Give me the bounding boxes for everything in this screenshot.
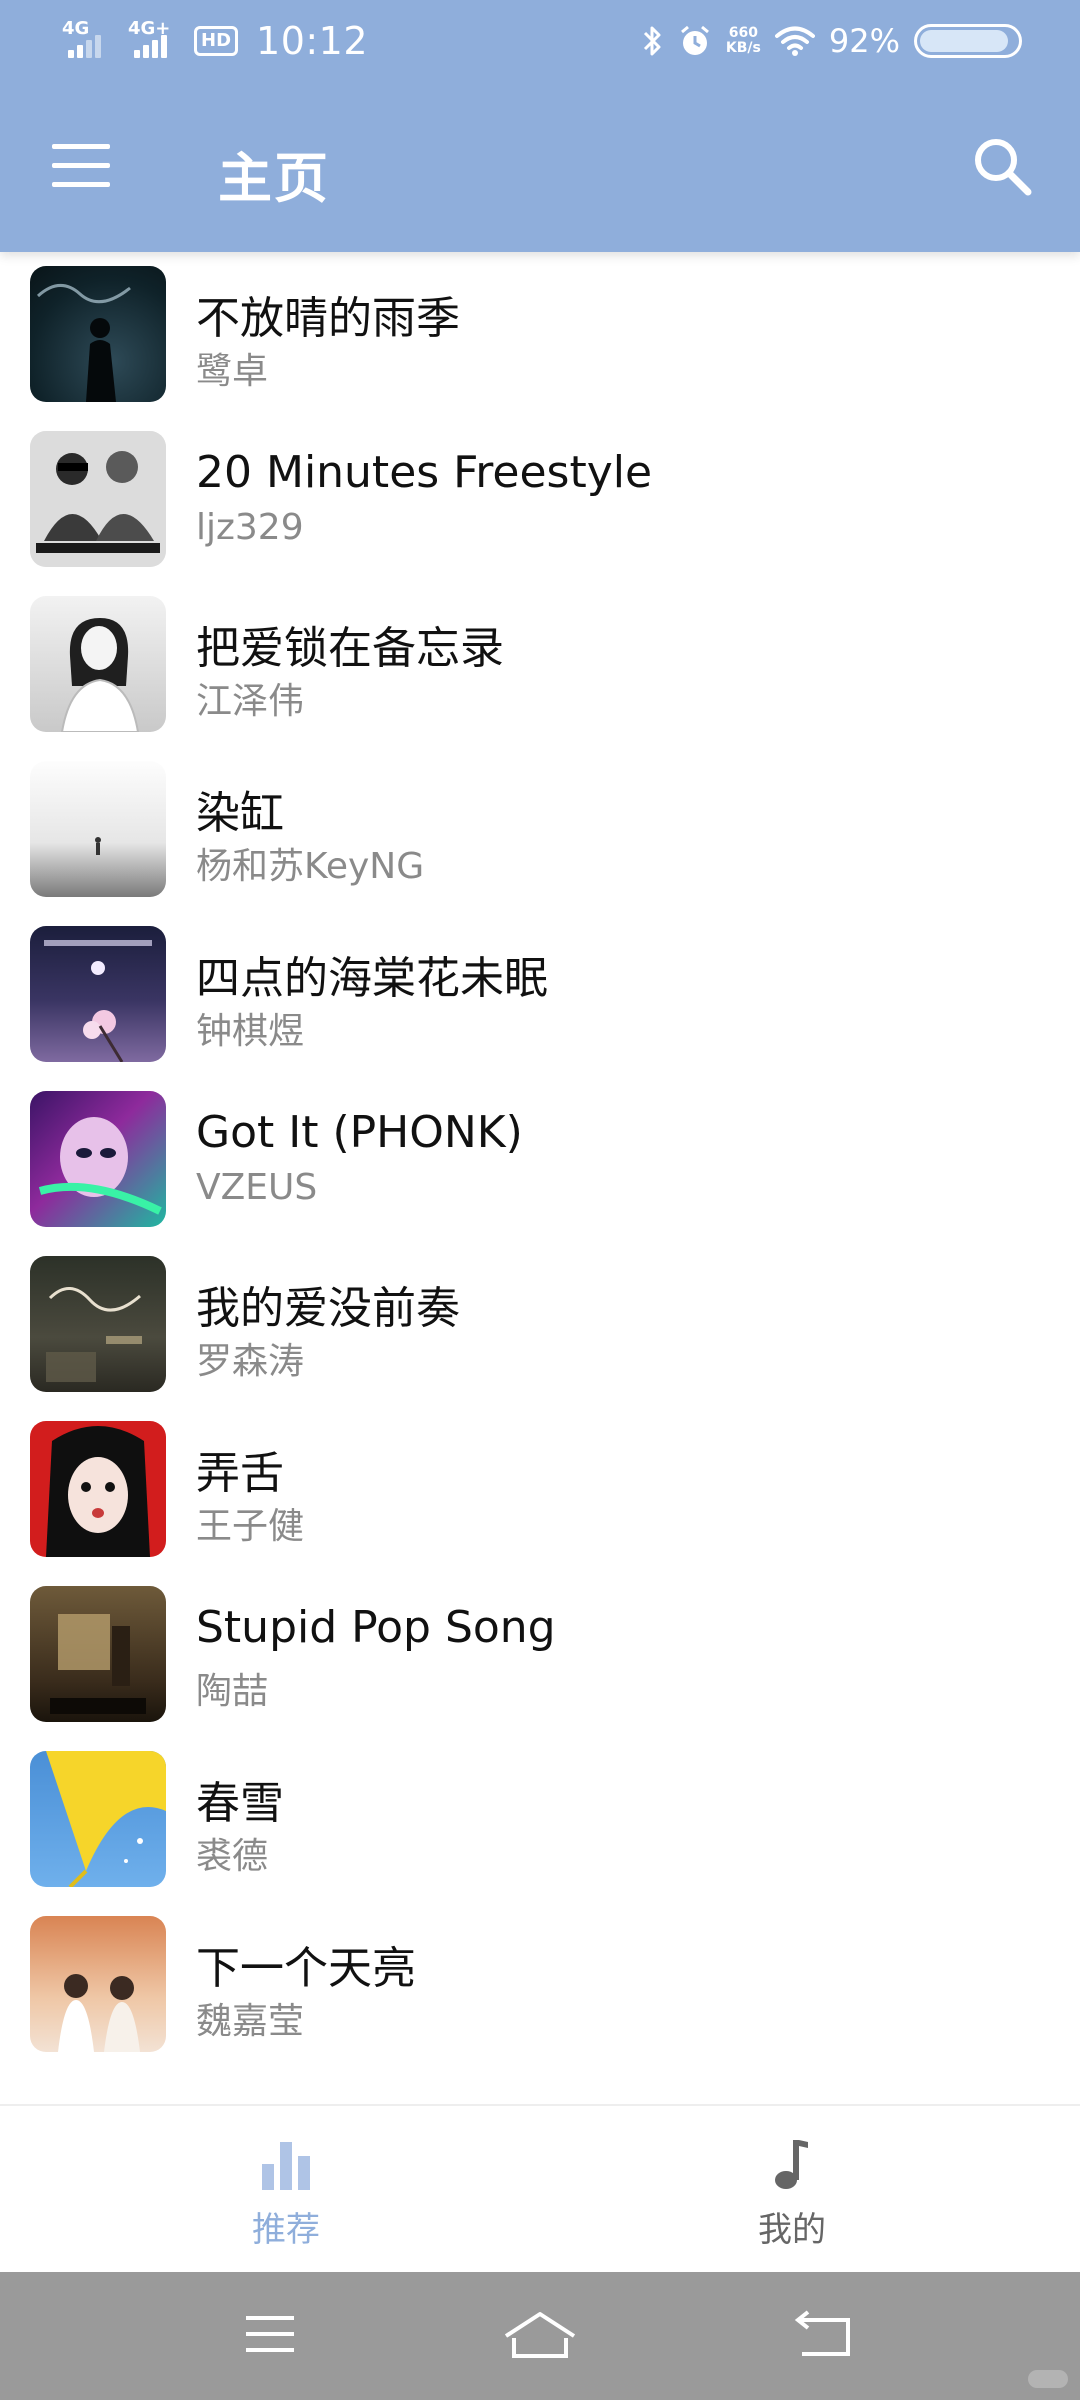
home-icon[interactable]	[500, 2306, 580, 2366]
music-app-screen: 4G 4G+ HD 10:12 660 KB/s 92% 主页 不放晴的雨季 鹭…	[0, 0, 1080, 2400]
search-icon[interactable]	[970, 134, 1036, 200]
battery-icon	[914, 24, 1022, 58]
song-item[interactable]: 染缸 杨和苏KeyNG	[0, 747, 1080, 912]
song-artist: 陶喆	[196, 1671, 269, 1712]
song-title: 下一个天亮	[196, 1943, 416, 1994]
network-speed-unit: KB/s	[725, 40, 761, 56]
album-cover	[30, 1916, 166, 2052]
status-bar-left: 4G 4G+ HD 10:12	[62, 16, 368, 66]
app-bar: 主页	[0, 82, 1080, 252]
hd-voice-icon: HD	[194, 26, 239, 56]
song-artist: ljz329	[196, 507, 304, 548]
bluetooth-icon	[643, 26, 661, 56]
album-cover	[30, 761, 166, 897]
top-header: 4G 4G+ HD 10:12 660 KB/s 92% 主页	[0, 0, 1080, 252]
alarm-icon	[680, 25, 709, 55]
tab-recommend[interactable]: 推荐	[186, 2136, 386, 2256]
song-title: Got It (PHONK)	[196, 1107, 523, 1158]
song-artist: 魏嘉莹	[196, 2001, 305, 2042]
battery-level-fill	[920, 30, 1009, 52]
song-artist: VZEUS	[196, 1167, 318, 1208]
cellular-signal-1-icon: 4G	[62, 20, 114, 62]
song-item[interactable]: 不放晴的雨季 鹭卓	[0, 252, 1080, 417]
song-item[interactable]: 弄舌 王子健	[0, 1407, 1080, 1572]
song-title: 不放晴的雨季	[196, 293, 460, 344]
song-title: Stupid Pop Song	[196, 1602, 556, 1653]
album-cover	[30, 266, 166, 402]
status-time: 10:12	[256, 19, 369, 63]
song-artist: 罗森涛	[196, 1341, 305, 1382]
song-item[interactable]: 春雪 裘德	[0, 1737, 1080, 1902]
album-cover	[30, 1586, 166, 1722]
album-cover	[30, 1256, 166, 1392]
song-title: 染缸	[196, 788, 284, 839]
page-title: 主页	[218, 147, 330, 210]
song-artist: 江泽伟	[196, 681, 305, 722]
status-bar-right: 660 KB/s 92%	[642, 16, 1022, 66]
song-title: 春雪	[196, 1778, 284, 1829]
tab-mine-label: 我的	[758, 2210, 826, 2250]
song-title: 我的爱没前奏	[196, 1283, 460, 1334]
album-cover	[30, 926, 166, 1062]
song-artist: 裘德	[196, 1836, 269, 1877]
battery-percentage: 92%	[828, 22, 900, 60]
song-item[interactable]: Stupid Pop Song 陶喆	[0, 1572, 1080, 1737]
song-artist: 钟棋煜	[196, 1011, 305, 1052]
tab-mine[interactable]: 我的	[692, 2136, 892, 2256]
cellular-signal-2-icon: 4G+	[128, 20, 180, 62]
song-title: 把爱锁在备忘录	[196, 623, 504, 674]
song-artist: 杨和苏KeyNG	[196, 846, 425, 887]
system-navigation-bar	[0, 2272, 1080, 2400]
song-item[interactable]: 把爱锁在备忘录 江泽伟	[0, 582, 1080, 747]
song-item[interactable]: 下一个天亮 魏嘉莹	[0, 1902, 1080, 2067]
album-cover	[30, 1091, 166, 1227]
song-artist: 王子健	[196, 1506, 305, 1547]
song-artist: 鹭卓	[196, 351, 269, 392]
song-item[interactable]: 我的爱没前奏 罗森涛	[0, 1242, 1080, 1407]
song-title: 四点的海棠花未眠	[196, 953, 548, 1004]
album-cover	[30, 431, 166, 567]
back-icon[interactable]	[782, 2306, 862, 2366]
song-item[interactable]: 四点的海棠花未眠 钟棋煜	[0, 912, 1080, 1077]
tab-recommend-label: 推荐	[252, 2210, 320, 2250]
menu-icon[interactable]	[52, 144, 110, 188]
song-item[interactable]: Got It (PHONK) VZEUS	[0, 1077, 1080, 1242]
song-title: 20 Minutes Freestyle	[196, 447, 653, 498]
album-cover	[30, 1421, 166, 1557]
status-bar: 4G 4G+ HD 10:12 660 KB/s 92%	[0, 0, 1080, 82]
song-list: 不放晴的雨季 鹭卓 20 Minutes Freestyle ljz329 把爱…	[0, 252, 1080, 2104]
gesture-pill	[1028, 2370, 1068, 2388]
network-speed: 660 KB/s	[726, 26, 761, 56]
bar-chart-icon	[262, 2142, 310, 2190]
music-note-icon	[775, 2140, 808, 2189]
song-title: 弄舌	[196, 1448, 284, 1499]
recents-icon[interactable]	[230, 2306, 310, 2366]
album-cover	[30, 596, 166, 732]
bottom-navigation: 推荐 我的	[0, 2104, 1080, 2274]
wifi-icon	[774, 26, 815, 56]
album-cover	[30, 1751, 166, 1887]
song-item[interactable]: 20 Minutes Freestyle ljz329	[0, 417, 1080, 582]
network-speed-value: 660	[728, 25, 758, 41]
